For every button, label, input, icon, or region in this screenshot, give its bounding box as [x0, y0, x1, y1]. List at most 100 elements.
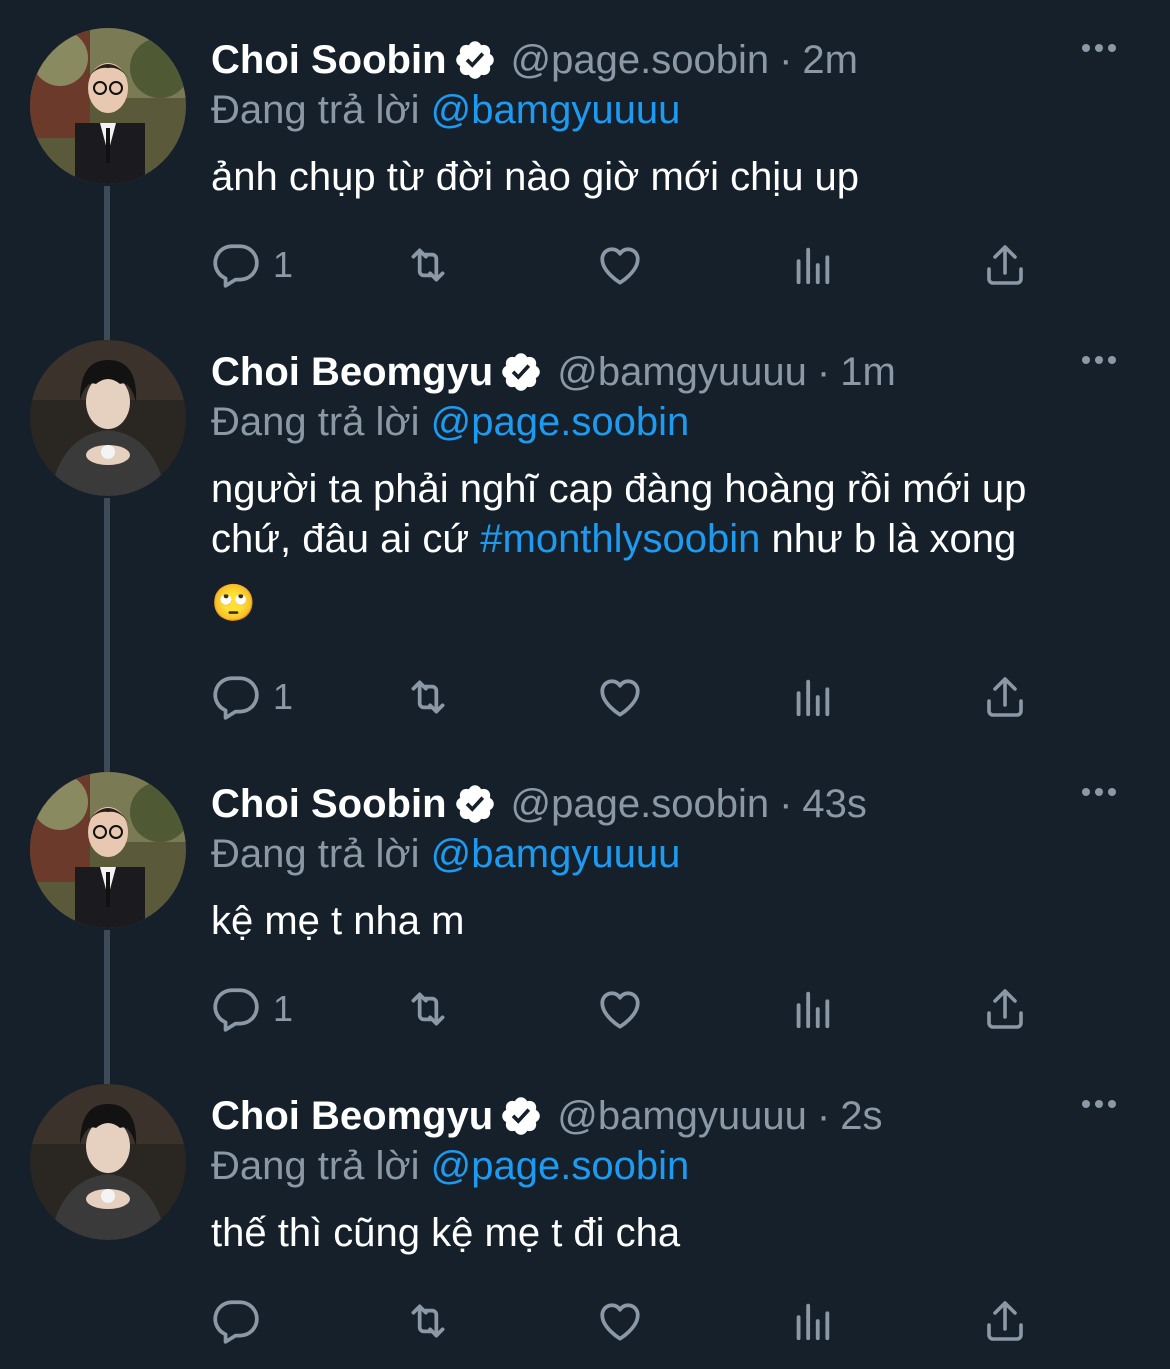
- replying-to: Đang trả lời @bamgyuuuu: [211, 84, 1140, 136]
- mention-link[interactable]: @bamgyuuuu: [431, 88, 681, 132]
- more-icon[interactable]: [1082, 1100, 1116, 1108]
- tweet[interactable]: Choi Beomgyu @bamgyuuuu · 2s Đang trả lờ…: [0, 1056, 1170, 1369]
- thread-line: [104, 744, 110, 772]
- handle[interactable]: @page.soobin: [511, 38, 770, 83]
- reply-count: 1: [273, 988, 294, 1029]
- tweet-actions: 1: [211, 240, 1061, 290]
- tweet[interactable]: Choi Beomgyu @bamgyuuuu · 1m Đang trả lờ…: [0, 312, 1170, 744]
- handle[interactable]: @page.soobin: [511, 782, 770, 827]
- reply-icon: [211, 240, 261, 290]
- verified-badge-icon: [453, 782, 497, 826]
- separator-dot: ·: [816, 1093, 831, 1138]
- retweet-icon: [399, 984, 457, 1034]
- like-button[interactable]: [595, 984, 645, 1034]
- display-name[interactable]: Choi Beomgyu: [211, 350, 493, 395]
- heart-icon: [595, 984, 645, 1034]
- retweet-icon: [399, 672, 457, 722]
- thread-line: [104, 312, 110, 340]
- share-button[interactable]: [981, 672, 1029, 722]
- thread-line: [104, 186, 110, 312]
- retweet-button[interactable]: [399, 240, 457, 290]
- replying-to-label: Đang trả lời: [211, 88, 420, 132]
- reply-thread: Choi Soobin @page.soobin · 2m Đang trả l…: [0, 0, 1170, 1369]
- retweet-button[interactable]: [399, 672, 457, 722]
- thread-line: [104, 1056, 110, 1084]
- tweet-text-line: kệ mẹ t nha m: [211, 899, 465, 943]
- tweet-text: thế thì cũng kệ mẹ t đi cha: [211, 1208, 1140, 1258]
- tweet-actions: 1: [211, 984, 1061, 1034]
- separator-dot: ·: [816, 349, 831, 394]
- replying-to-label: Đang trả lời: [211, 832, 420, 876]
- like-button[interactable]: [595, 1296, 645, 1346]
- timestamp[interactable]: 43s: [802, 782, 867, 827]
- separator-dot: ·: [779, 781, 793, 826]
- views-icon: [789, 986, 835, 1032]
- reply-icon: [211, 984, 261, 1034]
- mention-link[interactable]: @page.soobin: [431, 1144, 690, 1188]
- verified-badge-icon: [499, 1094, 543, 1138]
- thread-line: [104, 930, 110, 1056]
- tweet-actions: 1: [211, 672, 1061, 722]
- tweet-text: kệ mẹ t nha m: [211, 896, 1140, 946]
- reply-button[interactable]: [211, 1296, 273, 1346]
- reply-icon: [211, 1296, 261, 1346]
- tweet[interactable]: Choi Soobin @page.soobin · 43s Đang trả …: [0, 744, 1170, 1056]
- more-icon[interactable]: [1082, 44, 1116, 52]
- share-button[interactable]: [981, 240, 1029, 290]
- views-icon: [789, 1298, 835, 1344]
- reply-button[interactable]: 1: [211, 984, 293, 1034]
- soobin-avatar[interactable]: [30, 28, 186, 184]
- display-name[interactable]: Choi Soobin: [211, 782, 447, 827]
- views-button[interactable]: [789, 672, 835, 722]
- views-button[interactable]: [789, 240, 835, 290]
- like-button[interactable]: [595, 672, 645, 722]
- soobin-avatar[interactable]: [30, 772, 186, 928]
- tweet-text-line: chứ, đâu ai cứ #monthlysoobin như b là x…: [211, 514, 1140, 564]
- reply-count: 1: [273, 244, 294, 285]
- display-name[interactable]: Choi Soobin: [211, 38, 447, 83]
- beomgyu-avatar[interactable]: [30, 340, 186, 496]
- reply-count: 1: [273, 676, 294, 717]
- display-name[interactable]: Choi Beomgyu: [211, 1094, 493, 1139]
- share-icon: [981, 673, 1029, 721]
- timestamp[interactable]: 1m: [840, 350, 896, 395]
- timestamp[interactable]: 2m: [802, 38, 858, 83]
- heart-icon: [595, 240, 645, 290]
- reply-button[interactable]: 1: [211, 240, 293, 290]
- replying-to-label: Đang trả lời: [211, 1144, 420, 1188]
- tweet-text-line: thế thì cũng kệ mẹ t đi cha: [211, 1211, 681, 1255]
- tweet[interactable]: Choi Soobin @page.soobin · 2m Đang trả l…: [0, 0, 1170, 312]
- share-icon: [981, 1297, 1029, 1345]
- eye-roll-emoji: 🙄: [211, 582, 256, 623]
- share-icon: [981, 241, 1029, 289]
- views-button[interactable]: [789, 984, 835, 1034]
- reply-icon: [211, 672, 261, 722]
- replying-to: Đang trả lời @page.soobin: [211, 396, 1140, 448]
- heart-icon: [595, 1296, 645, 1346]
- replying-to: Đang trả lời @page.soobin: [211, 1140, 1140, 1192]
- beomgyu-avatar[interactable]: [30, 1084, 186, 1240]
- tweet-text-line: người ta phải nghĩ cap đàng hoàng rồi mớ…: [211, 467, 1027, 511]
- tweet-text-segment: chứ, đâu ai cứ: [211, 517, 481, 561]
- separator-dot: ·: [779, 37, 793, 82]
- reply-button[interactable]: 1: [211, 672, 293, 722]
- share-button[interactable]: [981, 984, 1029, 1034]
- like-button[interactable]: [595, 240, 645, 290]
- heart-icon: [595, 672, 645, 722]
- tweet-text: ảnh chụp từ đời nào giờ mới chịu up: [211, 152, 1140, 202]
- timestamp[interactable]: 2s: [840, 1094, 882, 1139]
- mention-link[interactable]: @bamgyuuuu: [431, 832, 681, 876]
- more-icon[interactable]: [1082, 788, 1116, 796]
- retweet-button[interactable]: [399, 984, 457, 1034]
- replying-to: Đang trả lời @bamgyuuuu: [211, 828, 1140, 880]
- views-button[interactable]: [789, 1296, 835, 1346]
- handle[interactable]: @bamgyuuuu: [557, 1094, 807, 1139]
- retweet-button[interactable]: [399, 1296, 457, 1346]
- hashtag-link[interactable]: #monthlysoobin: [480, 517, 760, 561]
- more-icon[interactable]: [1082, 356, 1116, 364]
- tweet-actions: [211, 1296, 1061, 1346]
- handle[interactable]: @bamgyuuuu: [557, 350, 807, 395]
- verified-badge-icon: [453, 38, 497, 82]
- mention-link[interactable]: @page.soobin: [431, 400, 690, 444]
- share-button[interactable]: [981, 1296, 1029, 1346]
